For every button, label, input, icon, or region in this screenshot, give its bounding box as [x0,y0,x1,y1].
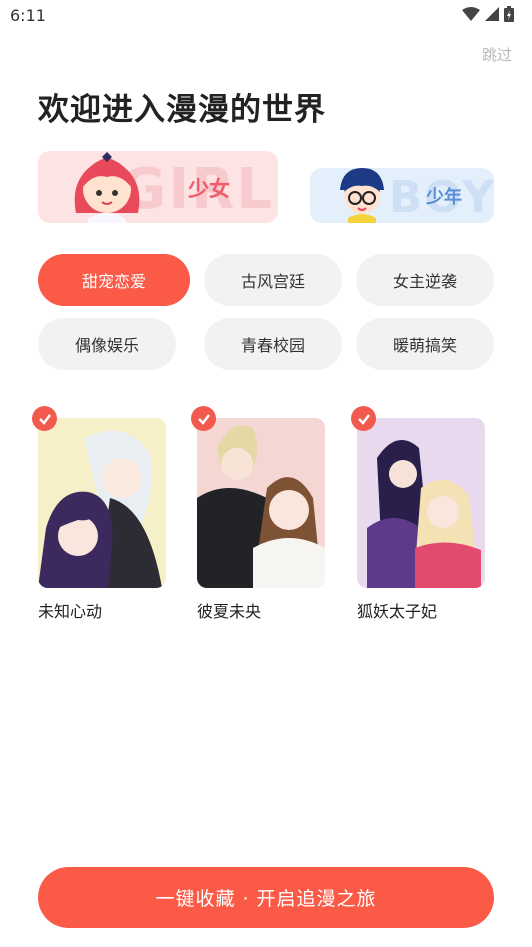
tag-qingchun[interactable]: 青春校园 [204,318,342,370]
tag-ouxiang[interactable]: 偶像娱乐 [38,318,176,370]
collect-start-button[interactable]: 一键收藏 · 开启追漫之旅 [38,867,494,928]
signal-icon [485,7,499,21]
book-title: 狐妖太子妃 [357,602,438,621]
page-title: 欢迎进入漫漫的世界 [38,92,326,128]
book-cover [197,418,325,588]
tag-nuanmeng[interactable]: 暖萌搞笑 [356,318,494,370]
boy-label: 少年 [426,187,462,208]
tag-nvzhu[interactable]: 女主逆袭 [356,254,494,306]
status-time: 6:11 [10,6,46,25]
tag-tianchong[interactable]: 甜宠恋爱 [38,254,190,306]
wifi-icon [462,7,480,21]
tag-gufeng[interactable]: 古风宫廷 [204,254,342,306]
boy-avatar-icon [340,168,384,223]
gender-card-girl[interactable]: GIRL 少女 [38,151,278,223]
book-card[interactable]: 狐妖太子妃 [351,406,485,622]
gender-card-boy[interactable]: BOY 少年 [310,168,494,223]
battery-icon [504,6,514,22]
check-icon[interactable] [32,406,57,431]
girl-label: 少女 [188,177,230,201]
status-icons [462,6,514,22]
book-title: 未知心动 [38,602,103,621]
book-title: 彼夏未央 [197,602,262,621]
status-bar: 6:11 [0,0,532,30]
check-icon[interactable] [191,406,216,431]
girl-avatar-icon [74,152,140,223]
book-card[interactable]: 未知心动 [32,406,166,622]
book-cover [357,418,485,588]
check-icon[interactable] [351,406,376,431]
book-card[interactable]: 彼夏未央 [191,406,325,622]
book-cover [38,418,166,588]
skip-button[interactable]: 跳过 [482,44,512,65]
